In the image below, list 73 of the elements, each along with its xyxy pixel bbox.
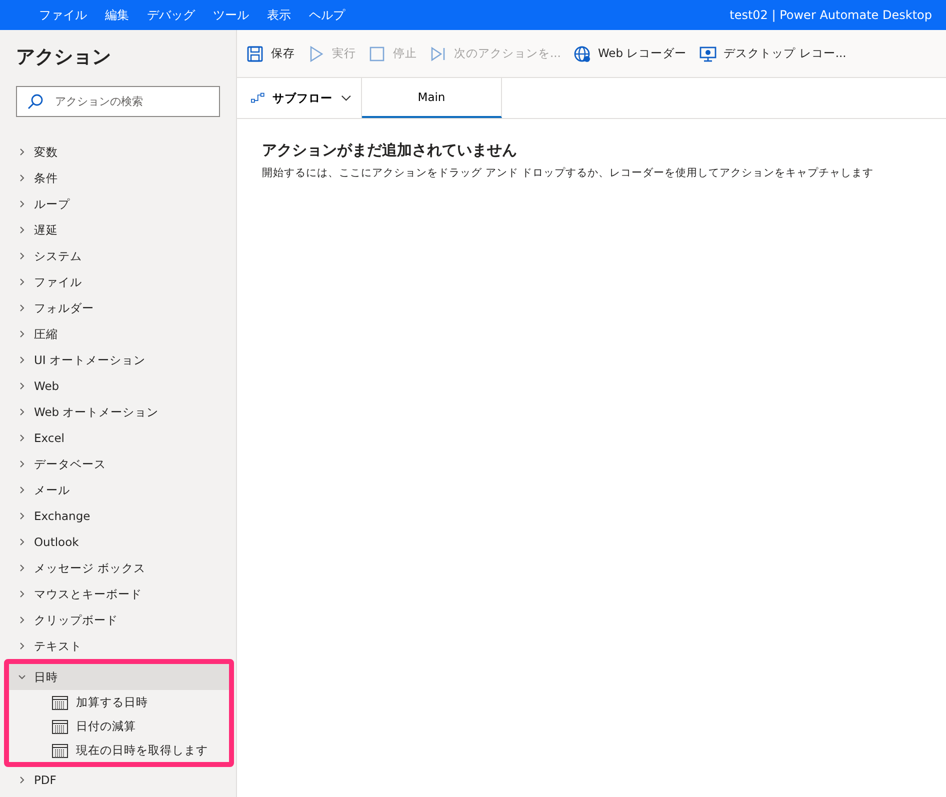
calendar-icon	[52, 694, 68, 710]
chevron-right-icon	[18, 512, 26, 520]
empty-heading: アクションがまだ追加されていません	[262, 141, 518, 160]
category-item[interactable]: 圧縮	[0, 321, 236, 347]
chevron-right-icon	[18, 434, 26, 442]
stop-icon	[368, 44, 386, 62]
chevron-right-icon	[18, 148, 26, 156]
globe-icon	[572, 44, 591, 62]
chevron-right-icon	[18, 538, 26, 546]
chevron-right-icon	[18, 642, 26, 650]
calendar-icon	[52, 718, 68, 734]
category-item[interactable]: Web	[0, 373, 236, 399]
category-item[interactable]: PDF	[0, 767, 236, 793]
chevron-right-icon	[18, 382, 26, 390]
chevron-right-icon	[18, 460, 26, 468]
chevron-right-icon	[18, 278, 26, 286]
tab[interactable]: Main	[362, 78, 502, 118]
action-item[interactable]: 現在の日時を取得します	[9, 738, 229, 762]
chevron-right-icon	[18, 304, 26, 312]
chevron-right-icon	[18, 226, 26, 234]
chevron-right-icon	[18, 200, 26, 208]
menu-item[interactable]: 編集	[96, 6, 138, 24]
category-item[interactable]: データベース	[0, 451, 236, 477]
subflow-dropdown[interactable]: サブフロー	[237, 78, 362, 118]
save-button[interactable]: 保存	[243, 40, 298, 66]
category-item[interactable]: クリップボード	[0, 607, 236, 633]
chevron-right-icon	[18, 252, 26, 260]
category-item[interactable]: Outlook	[0, 529, 236, 555]
monitor-icon	[698, 44, 717, 62]
save-icon	[246, 44, 264, 62]
calendar-icon	[52, 742, 68, 758]
category-item[interactable]: Web オートメーション	[0, 399, 236, 425]
chevron-right-icon	[18, 408, 26, 416]
web-button[interactable]: Web レコーダー	[570, 40, 690, 66]
chevron-right-icon	[18, 330, 26, 338]
chevron-right-icon	[18, 174, 26, 182]
desktop-button[interactable]: デスクトップ レコー...	[696, 40, 850, 66]
category-item[interactable]: Exchange	[0, 503, 236, 529]
action-item[interactable]: 日付の減算	[9, 714, 229, 738]
category-item[interactable]: マウスとキーボード	[0, 581, 236, 607]
menu-item[interactable]: ファイル	[30, 6, 96, 24]
chevron-right-icon	[18, 486, 26, 494]
skip-icon	[429, 44, 447, 62]
chevron-right-icon	[18, 616, 26, 624]
category-item[interactable]: Excel	[0, 425, 236, 451]
menu-item[interactable]: ツール	[204, 6, 258, 24]
menu-item[interactable]: デバッグ	[138, 6, 204, 24]
flow-icon	[251, 92, 265, 104]
chevron-right-icon	[18, 564, 26, 572]
menu-item[interactable]: 表示	[258, 6, 300, 24]
chevron-right-icon	[18, 776, 26, 784]
category-item[interactable]: ループ	[0, 191, 236, 217]
chevron-down-icon	[18, 673, 26, 681]
chevron-right-icon	[18, 590, 26, 598]
category-item[interactable]: 条件	[0, 165, 236, 191]
panel-title: アクション	[15, 45, 112, 70]
category-item[interactable]: テキスト	[0, 633, 236, 659]
category-item[interactable]: 遅延	[0, 217, 236, 243]
category-item[interactable]: システム	[0, 243, 236, 269]
category-item[interactable]: メッセージ ボックス	[0, 555, 236, 581]
empty-message: 開始するには、ここにアクションをドラッグ アンド ドロップするか、レコーダーを使用してアクションをキャプチャします	[262, 166, 875, 180]
chevron-down-icon	[340, 94, 351, 102]
window-title: test02 | Power Automate Desktop	[730, 8, 932, 22]
category-item[interactable]: UI オートメーション	[0, 347, 236, 373]
category-item[interactable]: 日時	[9, 664, 229, 690]
chevron-right-icon	[18, 356, 26, 364]
category-item[interactable]: メール	[0, 477, 236, 503]
category-item[interactable]: 変数	[0, 139, 236, 165]
action-item[interactable]: 加算する日時	[9, 690, 229, 714]
menu-item[interactable]: ヘルプ	[300, 6, 354, 24]
search-field[interactable]: アクションの検索	[16, 86, 220, 117]
category-item[interactable]: ファイル	[0, 269, 236, 295]
category-item[interactable]: フォルダー	[0, 295, 236, 321]
